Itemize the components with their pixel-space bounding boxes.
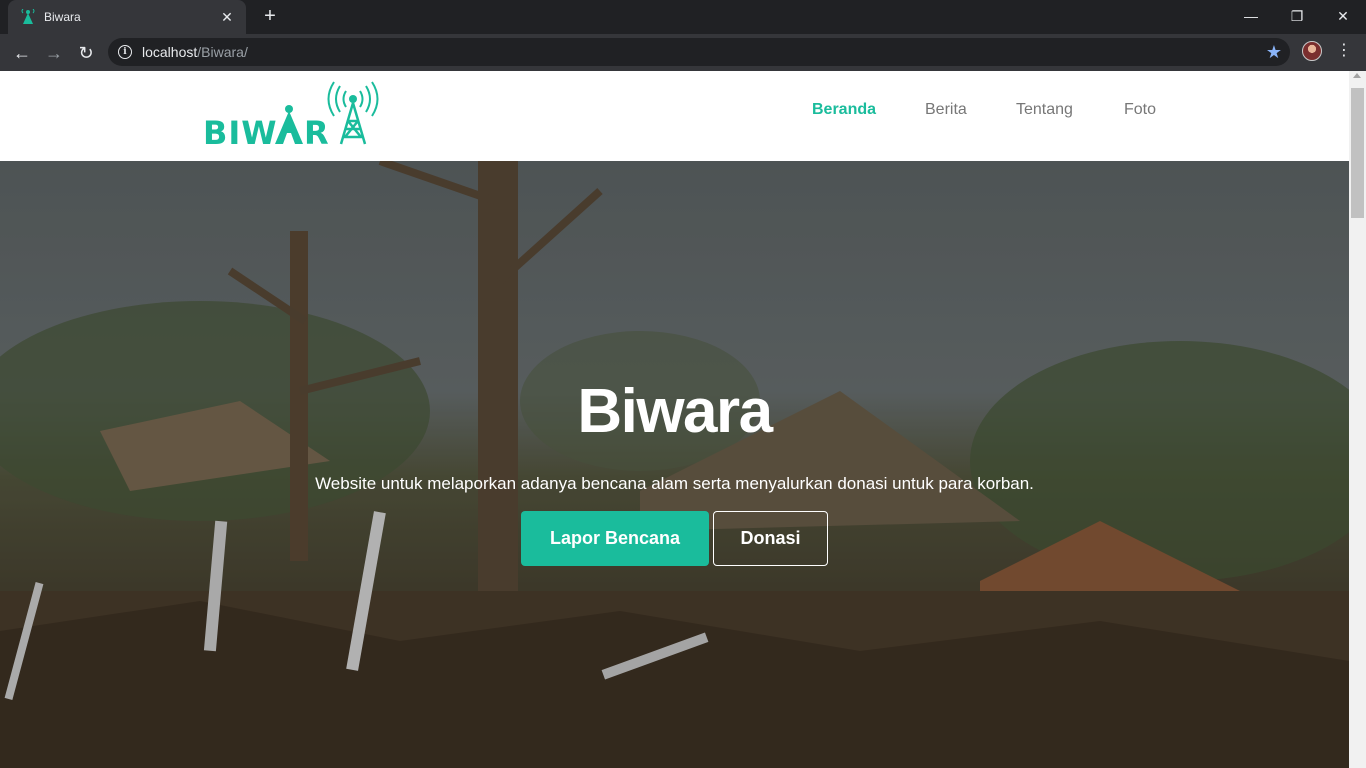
svg-text:R: R xyxy=(304,114,329,147)
bookmark-star-icon[interactable]: ★ xyxy=(1266,42,1282,62)
svg-text:BIW: BIW xyxy=(203,114,278,147)
reload-button[interactable]: ↻ xyxy=(72,39,100,67)
nav-tentang[interactable]: Tentang xyxy=(1016,101,1073,119)
hero-overlay xyxy=(0,161,1349,768)
url-path: /Biwara/ xyxy=(197,44,248,60)
new-tab-button[interactable]: + xyxy=(258,6,282,28)
scroll-thumb[interactable] xyxy=(1351,88,1364,218)
browser-tab[interactable]: Biwara ✕ xyxy=(8,0,246,34)
scroll-up-arrow-icon[interactable] xyxy=(1353,73,1361,78)
back-button[interactable]: ← xyxy=(8,39,36,67)
browser-menu-icon[interactable]: ⋮ xyxy=(1336,40,1352,64)
restore-button[interactable]: ❐ xyxy=(1274,0,1320,32)
site-header: BIW R Beranda Berita Tentang Foto xyxy=(0,71,1349,161)
tab-strip: Biwara ✕ + — ❐ ✕ xyxy=(0,0,1366,34)
url-host: localhost xyxy=(142,44,198,60)
address-bar[interactable]: i localhost /Biwara/ ★ xyxy=(108,38,1290,66)
close-window-button[interactable]: ✕ xyxy=(1320,0,1366,32)
forward-button[interactable]: → xyxy=(40,39,68,67)
lapor-bencana-button[interactable]: Lapor Bencana xyxy=(521,511,709,566)
hero-section: Biwara Website untuk melaporkan adanya b… xyxy=(0,161,1349,768)
profile-avatar[interactable] xyxy=(1302,41,1322,61)
hero-title: Biwara xyxy=(577,377,773,446)
biwara-logo[interactable]: BIW R xyxy=(203,81,383,152)
tab-title: Biwara xyxy=(44,10,81,24)
site-info-icon[interactable]: i xyxy=(118,45,132,59)
tower-favicon-icon xyxy=(20,9,36,25)
page-scrollbar[interactable] xyxy=(1349,71,1366,768)
minimize-button[interactable]: — xyxy=(1228,0,1274,32)
hero-subtitle: Website untuk melaporkan adanya bencana … xyxy=(315,474,1034,493)
nav-beranda[interactable]: Beranda xyxy=(812,101,876,119)
page-viewport: BIW R Beranda Berita Tentang Foto Biwara… xyxy=(0,71,1366,768)
nav-berita[interactable]: Berita xyxy=(925,101,967,119)
tab-close-icon[interactable]: ✕ xyxy=(218,9,236,26)
donasi-button[interactable]: Donasi xyxy=(713,511,828,566)
nav-foto[interactable]: Foto xyxy=(1124,101,1156,119)
browser-toolbar: ← → ↻ i localhost /Biwara/ ★ xyxy=(0,34,1366,71)
